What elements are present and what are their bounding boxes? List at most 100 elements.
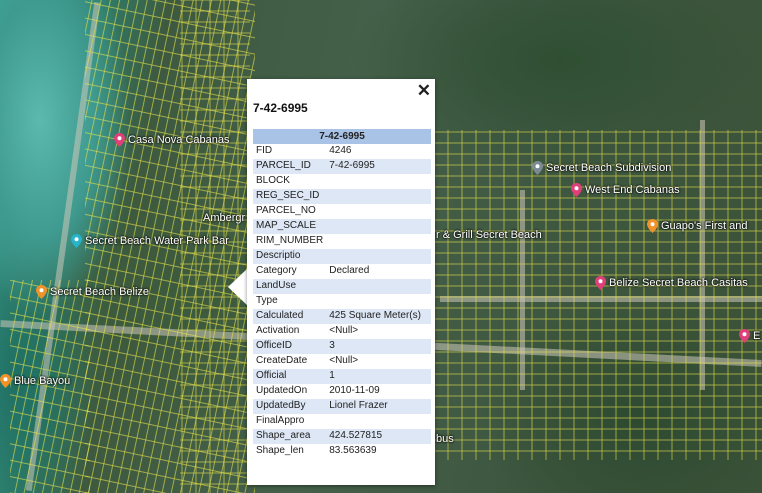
attribute-value — [326, 219, 431, 234]
map-pin-icon — [739, 329, 750, 343]
poi-edge[interactable]: E — [739, 329, 760, 343]
attribute-key: OfficeID — [253, 339, 327, 354]
attribute-value — [326, 279, 431, 294]
attribute-value: 3 — [326, 339, 431, 354]
attribute-key: PARCEL_ID — [253, 159, 327, 174]
poi-west-end-cabanas[interactable]: West End Cabanas — [571, 183, 680, 197]
attribute-value: 4246 — [329, 145, 352, 156]
place-label: bus — [436, 433, 454, 445]
attribute-row: RIM_NUMBER — [253, 234, 431, 249]
poi-label: E — [753, 330, 761, 342]
attribute-key: UpdatedBy — [253, 399, 327, 414]
attribute-key: Official — [253, 369, 327, 384]
poi-label: Guapo's First and — [661, 220, 748, 232]
poi-label: Secret Beach Subdivision — [546, 162, 672, 174]
attribute-key: Calculated — [253, 309, 327, 324]
attribute-value — [326, 249, 431, 264]
place-label-text: r & Grill Secret Beach — [436, 229, 542, 241]
attribute-value: <Null> — [329, 325, 359, 336]
attribute-key: RIM_NUMBER — [256, 235, 324, 246]
attribute-table: 7-42-6995 FID 4246 PARCEL_ID 7-42-6995 BLOCK… — [253, 129, 431, 459]
attribute-key: Shape_len — [256, 445, 304, 456]
attribute-key: LandUse — [253, 279, 327, 294]
attribute-table-header: 7-42-6995 — [253, 129, 431, 144]
attribute-key: CreateDate — [256, 355, 308, 366]
poi-secret-beach-water-park-bar[interactable]: Secret Beach Water Park Bar — [71, 234, 229, 248]
map-pin-icon — [0, 374, 11, 388]
attribute-row: CreateDate <Null> — [253, 354, 431, 369]
poi-guapos[interactable]: Guapo's First and — [647, 219, 747, 233]
poi-label: Blue Bayou — [14, 375, 71, 387]
attribute-row: Shape_area 424.527815 — [253, 429, 431, 444]
parcel-popup: ✕ 7-42-6995 7-42-6995 FID 4246 PARCEL_ID 7-… — [247, 79, 435, 485]
attribute-row: UpdatedOn 2010-11-09 — [253, 384, 431, 399]
close-icon[interactable]: ✕ — [417, 82, 431, 99]
attribute-value: 1 — [326, 369, 431, 384]
map-pin-icon — [571, 183, 582, 197]
attribute-row: OfficeID 3 — [253, 339, 431, 354]
attribute-row: Calculated 425 Square Meter(s) — [253, 309, 431, 324]
attribute-value — [326, 174, 431, 189]
attribute-row: PARCEL_ID 7-42-6995 — [253, 159, 431, 174]
attribute-row: Shape_len 83.563639 — [253, 444, 431, 459]
attribute-key: Type — [256, 295, 278, 306]
attribute-key: PARCEL_NO — [256, 205, 316, 216]
poi-label: Casa Nova Cabanas — [128, 134, 230, 146]
attribute-value: 83.563639 — [329, 445, 377, 456]
map-pin-icon — [532, 161, 543, 175]
place-label-text: Ambergr — [203, 212, 246, 224]
attribute-row: Category Declared — [253, 264, 431, 279]
map-pin-icon — [647, 219, 658, 233]
poi-blue-bayou[interactable]: Blue Bayou — [0, 374, 70, 388]
attribute-row: PARCEL_NO — [253, 204, 431, 219]
poi-casa-nova-cabanas[interactable]: Casa Nova Cabanas — [114, 133, 230, 147]
poi-label: Belize Secret Beach Casitas — [609, 277, 748, 289]
attribute-key: UpdatedOn — [256, 385, 308, 396]
attribute-row: LandUse — [253, 279, 431, 294]
poi-secret-beach-subdivision[interactable]: Secret Beach Subdivision — [532, 161, 671, 175]
attribute-value — [326, 204, 431, 219]
attribute-key: MAP_SCALE — [253, 219, 327, 234]
attribute-value: 2010-11-09 — [329, 385, 380, 396]
attribute-key: FinalAppro — [256, 415, 305, 426]
attribute-row: FinalAppro — [253, 414, 431, 429]
attribute-row: Official 1 — [253, 369, 431, 384]
attribute-value: Lionel Frazer — [326, 399, 431, 414]
poi-secret-beach-belize[interactable]: Secret Beach Belize — [36, 285, 149, 299]
attribute-key: Shape_area — [253, 429, 327, 444]
poi-belize-secret-beach-casitas[interactable]: Belize Secret Beach Casitas — [595, 276, 748, 290]
attribute-value — [326, 294, 431, 309]
attribute-key: REG_SEC_ID — [253, 189, 327, 204]
attribute-row: MAP_SCALE — [253, 219, 431, 234]
map-pin-icon — [114, 133, 125, 147]
poi-label: Secret Beach Water Park Bar — [85, 235, 229, 247]
map-pin-icon — [36, 285, 47, 299]
attribute-row: Activation <Null> — [253, 324, 431, 339]
poi-label: West End Cabanas — [585, 184, 680, 196]
attribute-value — [326, 234, 431, 249]
attribute-row: Type — [253, 294, 431, 309]
attribute-key: BLOCK — [256, 175, 290, 186]
attribute-row: BLOCK — [253, 174, 431, 189]
attribute-key: Descriptio — [253, 249, 327, 264]
attribute-value: 425 Square Meter(s) — [326, 309, 431, 324]
attribute-value: 7-42-6995 — [326, 159, 431, 174]
attribute-row: UpdatedBy Lionel Frazer — [253, 399, 431, 414]
attribute-value: Declared — [329, 265, 370, 276]
place-label-text: bus — [436, 433, 454, 445]
map-pin-icon — [595, 276, 606, 290]
poi-label: Secret Beach Belize — [50, 286, 150, 298]
attribute-value: <Null> — [329, 355, 359, 366]
attribute-row: FID 4246 — [253, 144, 431, 159]
attribute-key: Category — [256, 265, 297, 276]
attribute-value — [326, 414, 431, 429]
attribute-value — [326, 189, 431, 204]
popup-pointer — [228, 268, 248, 306]
popup-title: 7-42-6995 — [253, 101, 308, 115]
attribute-key: Activation — [256, 325, 300, 336]
place-label: Ambergr — [203, 212, 245, 224]
place-label: r & Grill Secret Beach — [436, 229, 542, 241]
map-pin-icon — [71, 234, 82, 248]
attribute-row: Descriptio — [253, 249, 431, 264]
attribute-key: FID — [256, 145, 273, 156]
